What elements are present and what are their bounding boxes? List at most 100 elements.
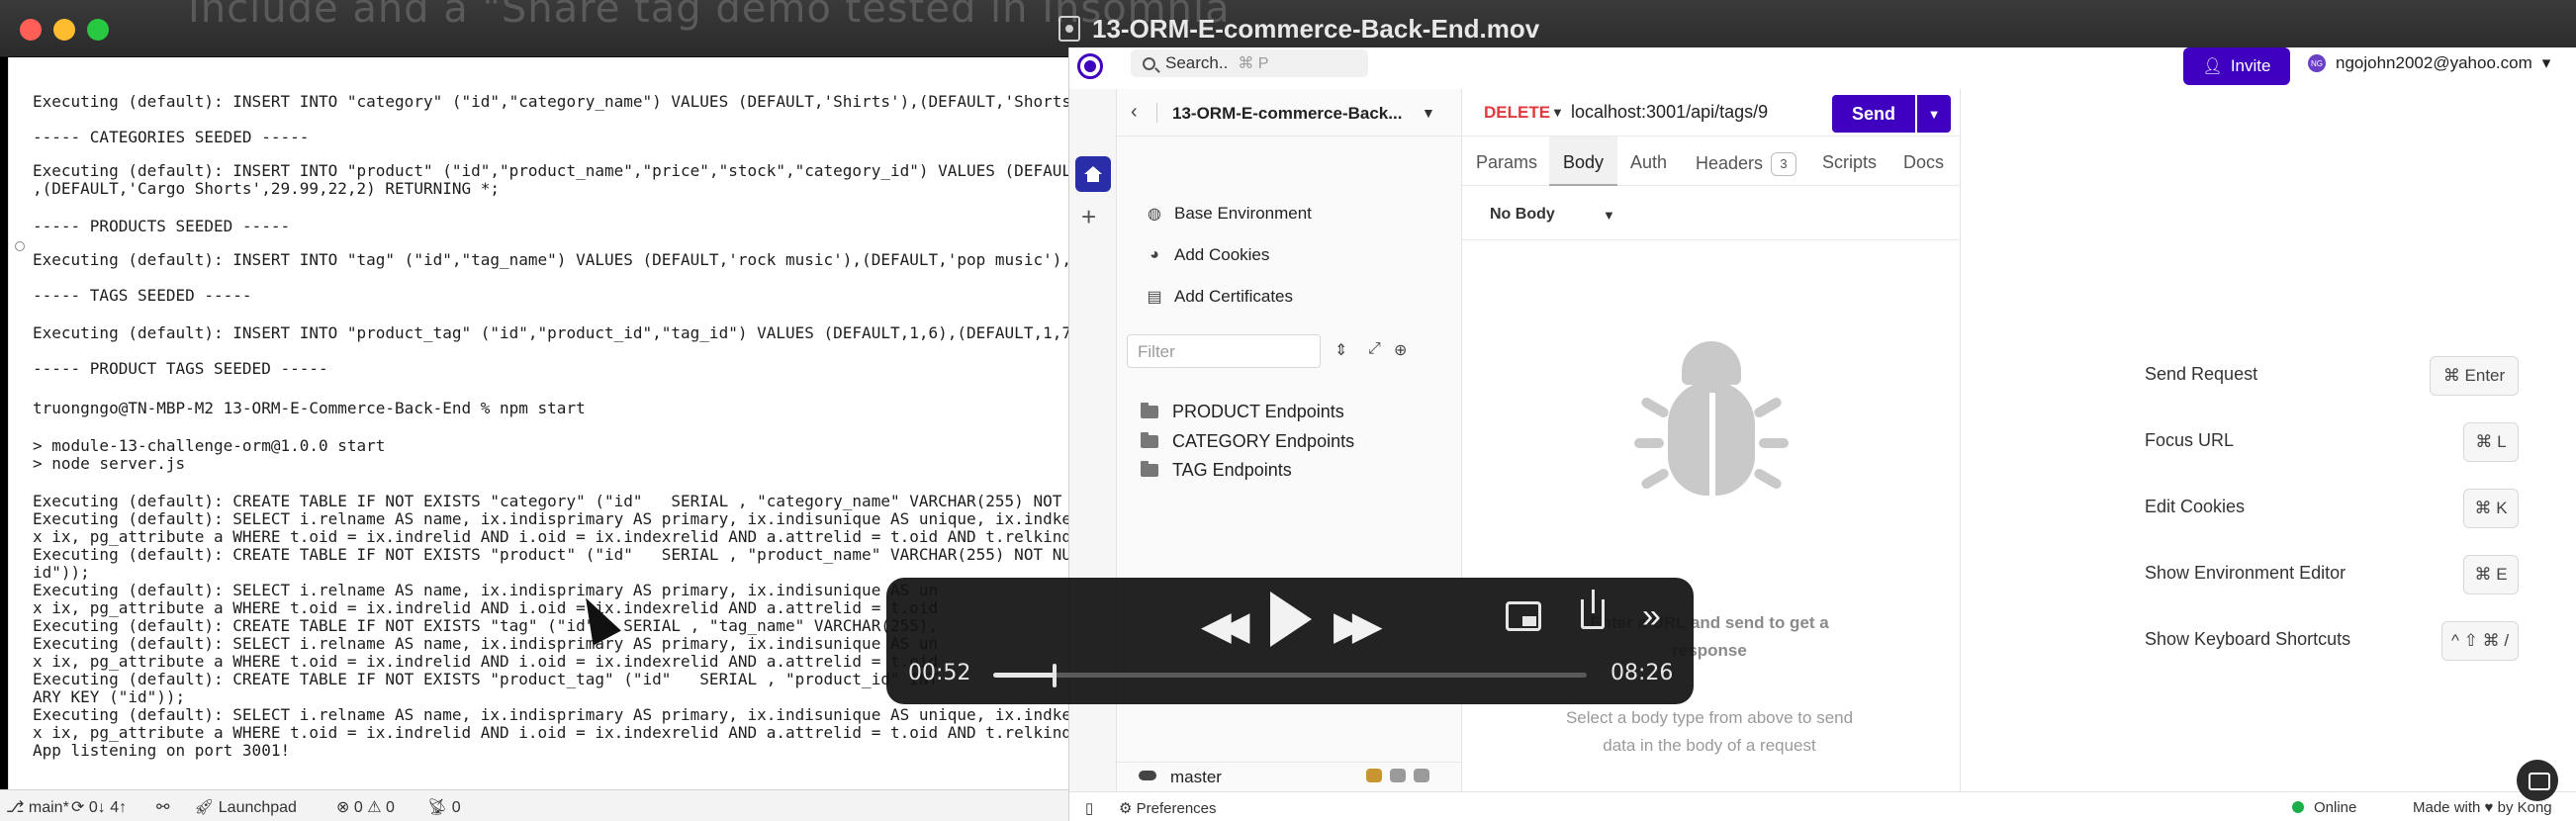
insomnia-window: Search.. ⌘ P 👤︎ Invite NG ngojohn2002@ya…	[1068, 47, 2576, 821]
body-type-select[interactable]: No Body	[1490, 206, 1555, 224]
more-options-icon[interactable]: »	[1642, 597, 1661, 636]
terminal-prompt-marker-icon	[15, 241, 25, 251]
problems-status[interactable]: ⊗ 0 ⚠ 0	[336, 797, 395, 817]
sync-icon: ⟳	[71, 799, 89, 816]
shortcut-label: Show Environment Editor	[2145, 563, 2346, 583]
terminal-line: ----- TAGS SEEDED -----	[33, 286, 252, 305]
terminal-line: Executing (default): INSERT INTO "produc…	[33, 323, 1068, 342]
cloud-download-icon[interactable]	[1390, 769, 1406, 782]
shortcut-row: Edit Cookies ⌘ K	[2145, 489, 2540, 530]
tab-docs[interactable]: Docs	[1903, 137, 1944, 186]
sort-icon[interactable]: ⇕	[1334, 340, 1347, 360]
terminal-line: Executing (default): SELECT i.relname AS…	[33, 509, 1068, 528]
invite-button[interactable]: 👤︎ Invite	[2183, 47, 2290, 85]
playback-progress-slider[interactable]	[993, 664, 1587, 687]
terminal-line: ----- PRODUCTS SEEDED -----	[33, 217, 291, 235]
sidebar-item[interactable]: ◍ Base Environment	[1147, 204, 1312, 224]
chevron-down-icon[interactable]: ▼	[1422, 105, 1435, 121]
tab-body[interactable]: Body	[1549, 137, 1618, 186]
git-sync-bar: master	[1117, 762, 1462, 791]
chevron-down-icon[interactable]: ▼	[1603, 208, 1615, 223]
tab-headers[interactable]: Headers 3	[1696, 137, 1797, 186]
sidebar-item-label: Add Certificates	[1174, 287, 1293, 306]
method-select[interactable]: DELETE	[1484, 103, 1550, 123]
box-icon[interactable]	[1366, 769, 1382, 782]
terminal-line: x ix, pg_attribute a WHERE t.oid = ix.in…	[33, 723, 1068, 742]
shortcut-keys: ⌘ L	[2463, 422, 2519, 462]
shortcut-label: Send Request	[2145, 364, 2258, 384]
home-button[interactable]	[1075, 156, 1111, 192]
terminal-line: > node server.js	[33, 454, 186, 473]
play-icon[interactable]	[1270, 592, 1312, 647]
sidebar-item-label: Base Environment	[1174, 204, 1312, 223]
tab-scripts[interactable]: Scripts	[1822, 137, 1877, 186]
invite-label: Invite	[2230, 56, 2271, 75]
folder-item[interactable]: TAG Endpoints	[1141, 460, 1292, 481]
url-bar: DELETE ▼ localhost:3001/api/tags/9 Send …	[1462, 89, 1961, 137]
made-with-credit[interactable]: Made with ♥ by Kong	[2413, 799, 2552, 816]
terminal-line: Executing (default): SELECT i.relname AS…	[33, 634, 939, 653]
terminal-line: Executing (default): CREATE TABLE IF NOT…	[33, 670, 939, 688]
branch-icon: ⎇	[6, 799, 29, 816]
fast-forward-icon[interactable]: ▶▶	[1334, 603, 1382, 649]
url-input[interactable]: localhost:3001/api/tags/9	[1571, 102, 1768, 123]
share-icon[interactable]	[1581, 590, 1605, 629]
tab-auth[interactable]: Auth	[1630, 137, 1667, 186]
git-branch-status[interactable]: ⎇ main*	[6, 797, 69, 817]
branch-name[interactable]: master	[1170, 768, 1222, 787]
terminal-line: ARY KEY ("id"));	[33, 687, 186, 706]
terminal-line: ----- CATEGORIES SEEDED -----	[33, 128, 310, 146]
ports-status[interactable]: 📡︎ 0	[427, 797, 461, 817]
project-title[interactable]: 13-ORM-E-commerce-Back...	[1172, 104, 1402, 124]
cloud-upload-icon[interactable]	[1414, 769, 1429, 782]
back-icon[interactable]: ‹	[1131, 101, 1138, 124]
folder-item[interactable]: PRODUCT Endpoints	[1141, 402, 1344, 422]
shortcut-keys: ⌘ E	[2463, 555, 2519, 594]
filter-input[interactable]: Filter	[1127, 334, 1321, 368]
current-time: 00:52	[908, 661, 971, 685]
chevron-down-icon[interactable]: ▼	[1551, 105, 1564, 120]
send-options-chevron-icon[interactable]: ▼	[1917, 95, 1951, 133]
sidebar-toggle-icon[interactable]: ▯	[1085, 799, 1093, 817]
terminal-line: ----- PRODUCT TAGS SEEDED -----	[33, 359, 328, 378]
sync-status[interactable]: ⟳ 0↓ 4↑	[71, 797, 127, 817]
terminal-line: ,(DEFAULT,'Cargo Shorts',29.99,22,2) RET…	[33, 179, 501, 198]
online-dot-icon	[2292, 801, 2304, 813]
tab-params[interactable]: Params	[1476, 137, 1537, 186]
preferences-link[interactable]: ⚙ Preferences	[1119, 799, 1217, 817]
zoom-window-button[interactable]	[87, 19, 109, 41]
add-button[interactable]: +	[1081, 202, 1096, 232]
folder-label: TAG Endpoints	[1172, 460, 1292, 480]
minimize-window-button[interactable]	[53, 19, 75, 41]
picture-in-picture-icon[interactable]	[1506, 601, 1541, 631]
terminal-line: x ix, pg_attribute a WHERE t.oid = ix.in…	[33, 598, 939, 617]
window-title: 13-ORM-E-commerce-Back-End.mov	[1092, 13, 1540, 44]
remote-icon[interactable]: ⚯	[156, 797, 169, 817]
expand-icon[interactable]: ⤢	[1368, 340, 1381, 358]
launchpad-status[interactable]: 🚀︎ Launchpad	[194, 797, 297, 817]
shortcut-label: Edit Cookies	[2145, 497, 2246, 516]
folder-icon	[1141, 461, 1158, 477]
add-circle-icon[interactable]: ⊕	[1394, 340, 1407, 360]
scrubber-handle[interactable]	[1052, 664, 1057, 687]
chat-icon[interactable]	[2517, 760, 2558, 801]
insomnia-footer: ▯ ⚙ Preferences Online Made with ♥ by Ko…	[1069, 791, 2576, 821]
terminal-line: x ix, pg_attribute a WHERE t.oid = ix.in…	[33, 652, 939, 671]
shortcut-keys: ⌘ Enter	[2430, 356, 2519, 396]
sidebar-item[interactable]: ▤ Add Certificates	[1147, 287, 1293, 307]
cookie-icon: ◕	[1150, 246, 1159, 263]
send-button[interactable]: Send	[1832, 95, 1915, 133]
terminal-line: Executing (default): SELECT i.relname AS…	[33, 581, 939, 599]
terminal-line: Executing (default): INSERT INTO "catego…	[33, 92, 1068, 111]
response-pane: Send Request ⌘ Enter Focus URL ⌘ L Edit Cook…	[1961, 89, 2576, 791]
terminal-line: App listening on port 3001!	[33, 741, 291, 760]
globe-icon: ◍	[1148, 206, 1161, 223]
insomnia-logo-icon[interactable]	[1077, 53, 1103, 79]
account-menu[interactable]: NG ngojohn2002@yahoo.com ▾	[2308, 53, 2550, 73]
close-window-button[interactable]	[20, 19, 42, 41]
search-input[interactable]: Search.. ⌘ P	[1131, 49, 1368, 77]
online-status: Online	[2292, 799, 2356, 816]
sidebar-item[interactable]: ◕ Add Cookies	[1147, 245, 1269, 265]
rewind-icon[interactable]: ◀◀	[1201, 603, 1249, 649]
folder-item[interactable]: CATEGORY Endpoints	[1141, 431, 1354, 452]
